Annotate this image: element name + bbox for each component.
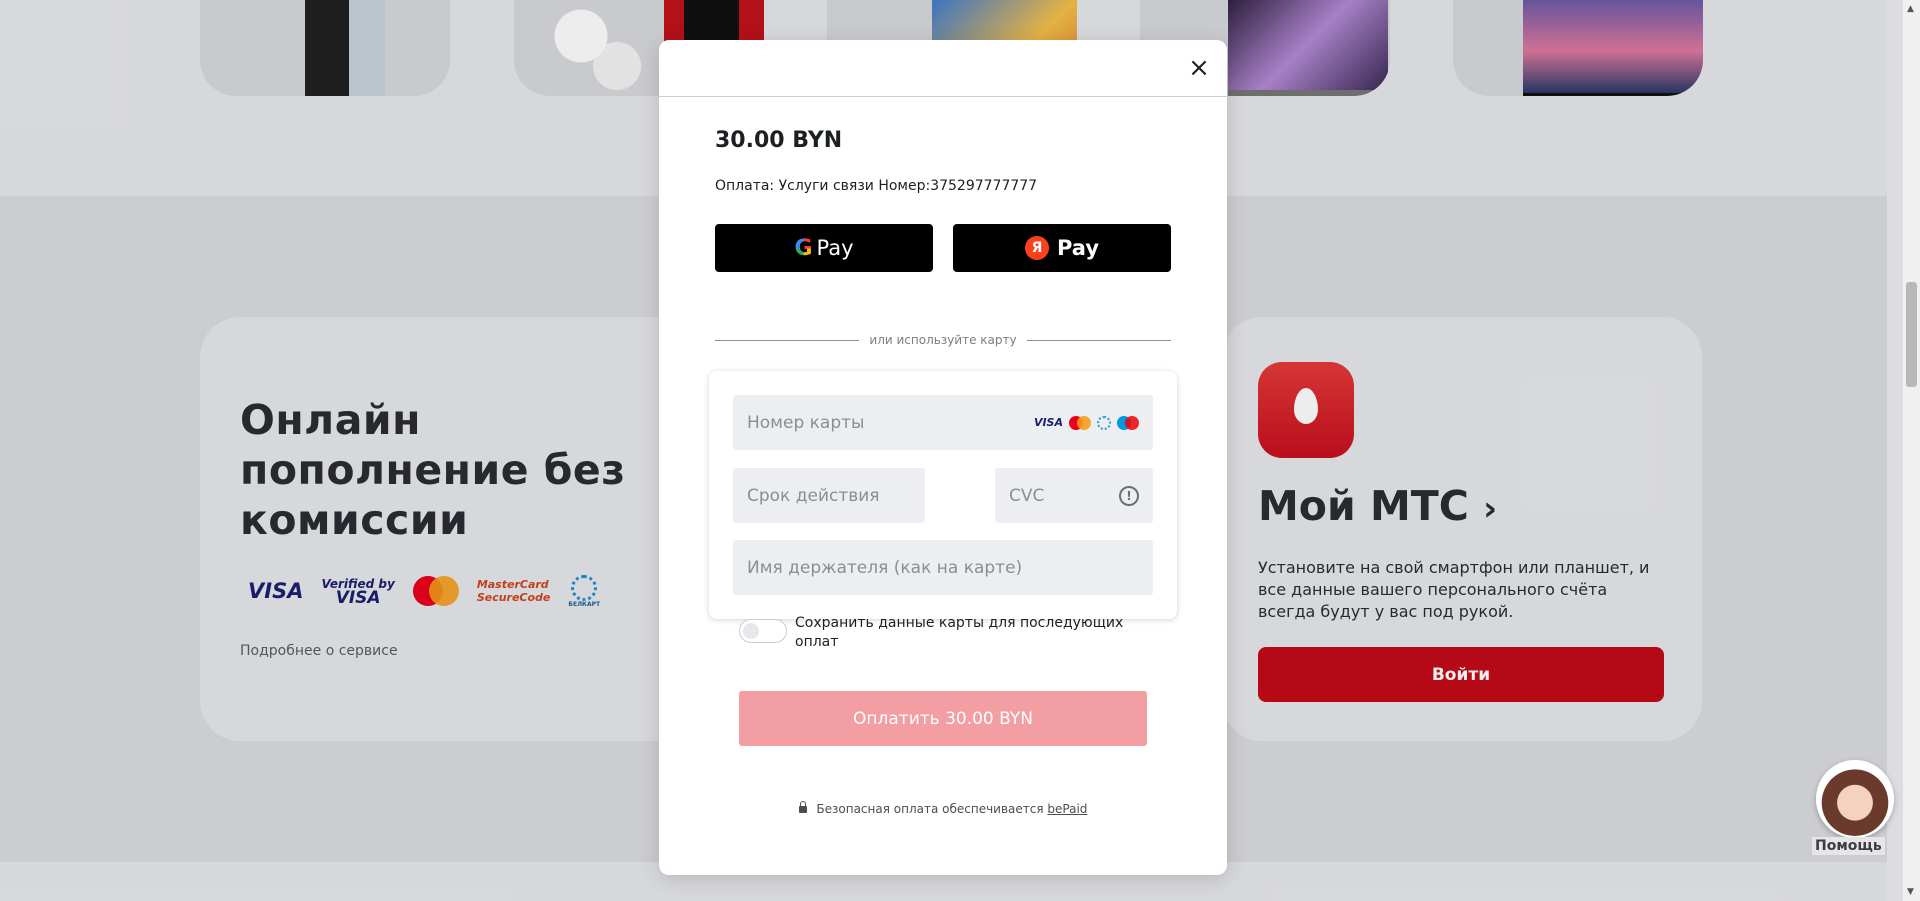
card-divider: или используйте карту (715, 332, 1171, 348)
cvc-placeholder: CVC (1009, 485, 1045, 506)
divider-line-right (1026, 339, 1171, 341)
toggle-knob (743, 623, 759, 639)
visa-icon: VISA (1033, 416, 1063, 429)
yandex-ya-icon: Я (1024, 236, 1049, 260)
google-pay-button[interactable]: G Pay (715, 224, 933, 272)
secure-payment-note: Безопасная оплата обеспечивается bePaid (659, 801, 1227, 816)
payment-amount: 30.00 BYN (715, 128, 843, 153)
payment-modal: × 30.00 BYN Оплата: Услуги связи Номер:3… (659, 40, 1227, 875)
card-form: Номер карты VISA Срок действия CVC ! Имя… (709, 371, 1177, 619)
bepaid-link[interactable]: bePaid (1047, 802, 1087, 816)
lock-icon (798, 801, 807, 813)
belkart-icon (1097, 415, 1111, 430)
cvc-input[interactable]: CVC ! (995, 468, 1153, 523)
mastercard-icon (1069, 415, 1091, 430)
secure-text: Безопасная оплата обеспечивается (816, 802, 1044, 816)
yandex-pay-label: Pay (1056, 236, 1100, 260)
cardholder-name-input[interactable]: Имя держателя (как на карте) (733, 540, 1153, 595)
scroll-up-arrow-icon[interactable]: ▲ (1907, 4, 1914, 14)
assistant-avatar-icon[interactable] (1816, 760, 1894, 838)
google-g-icon: G (794, 235, 813, 261)
cardholder-placeholder: Имя держателя (как на карте) (747, 557, 1023, 578)
page-scrollbar[interactable]: ▲ ▼ (1903, 0, 1920, 901)
card-number-placeholder: Номер карты (747, 412, 865, 433)
google-pay-label: Pay (816, 236, 854, 260)
cvc-info-icon[interactable]: ! (1119, 485, 1139, 506)
maestro-icon (1117, 415, 1139, 430)
card-brand-icons: VISA (1033, 415, 1139, 430)
scroll-thumb[interactable] (1906, 282, 1917, 387)
modal-header: × (659, 40, 1227, 97)
yandex-pay-button[interactable]: Я Pay (953, 224, 1171, 272)
save-card-toggle[interactable] (739, 619, 787, 643)
divider-line-left (715, 339, 860, 341)
payment-purpose: Оплата: Услуги связи Номер:375297777777 (715, 178, 1038, 194)
close-icon[interactable]: × (1187, 55, 1211, 81)
card-number-input[interactable]: Номер карты VISA (733, 395, 1153, 450)
save-card-label[interactable]: Сохранить данные карты для последующих о… (795, 614, 1135, 652)
pay-button[interactable]: Оплатить 30.00 BYN (739, 691, 1147, 746)
help-assistant[interactable]: Помощь (1812, 760, 1894, 860)
expiry-placeholder: Срок действия (747, 485, 880, 506)
scroll-down-arrow-icon[interactable]: ▼ (1907, 887, 1914, 897)
expiry-input[interactable]: Срок действия (733, 468, 925, 523)
divider-text: или используйте карту (869, 333, 1017, 347)
assistant-label[interactable]: Помощь (1812, 837, 1885, 855)
